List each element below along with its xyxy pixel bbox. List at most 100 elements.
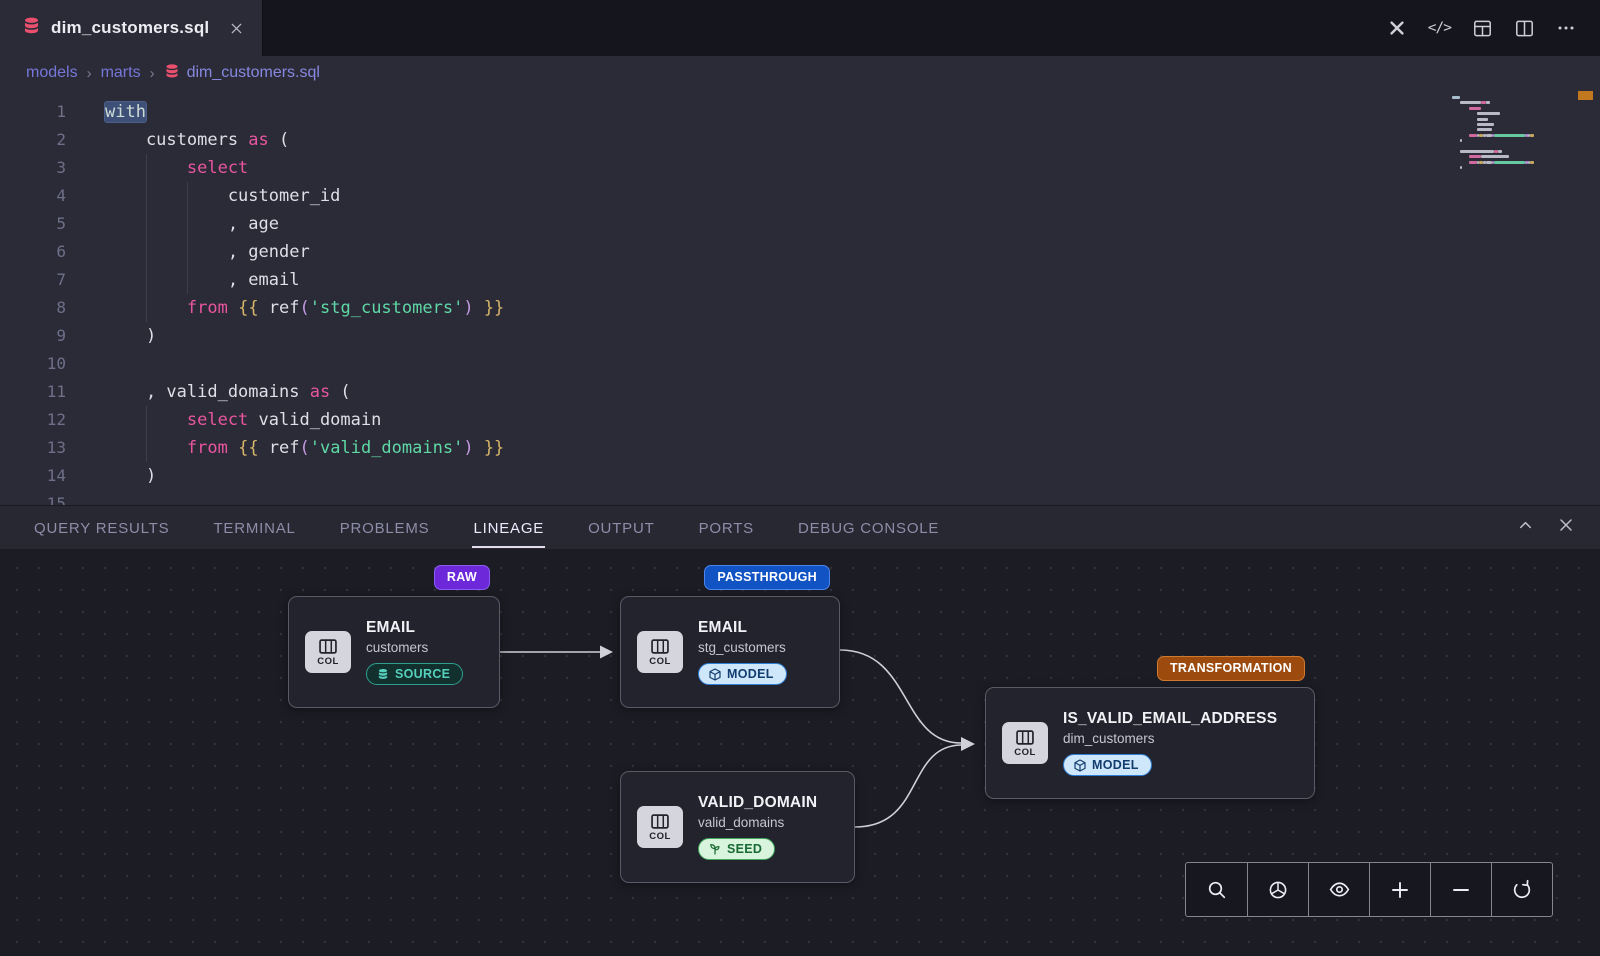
tab-close-icon[interactable]: [229, 21, 244, 36]
minimap-token: [1460, 139, 1462, 142]
node-subtitle: customers: [366, 640, 463, 655]
indent-guide: [105, 238, 146, 266]
minimap-token: [1460, 101, 1481, 104]
indent-guide: [105, 154, 146, 182]
minimap-token: [1477, 118, 1488, 121]
badge-label: MODEL: [1092, 758, 1139, 772]
minimap-token: [1477, 128, 1492, 131]
panel-tab-lineage[interactable]: LINEAGE: [472, 508, 545, 548]
code-token: ): [463, 298, 473, 318]
node-subtitle: stg_customers: [698, 640, 787, 655]
panel-tab-debug-console[interactable]: DEBUG CONSOLE: [797, 508, 940, 548]
editor[interactable]: 1with2customers as (3select4customer_id5…: [0, 90, 1600, 505]
tab-actions: </>: [1387, 0, 1600, 56]
minimap-line: [1452, 101, 1560, 104]
indent-guide: [105, 126, 146, 154]
code-line: 4customer_id: [0, 182, 1600, 210]
breadcrumb-item-file[interactable]: dim_customers.sql: [164, 63, 320, 84]
minimap-line: [1452, 161, 1560, 164]
code-line: 12select valid_domain: [0, 406, 1600, 434]
line-number: 3: [0, 154, 66, 182]
line-content: , age: [105, 210, 279, 238]
aperture-button[interactable]: [1247, 863, 1308, 916]
more-actions-icon[interactable]: [1556, 18, 1576, 38]
lineage-node-customers-email[interactable]: RAW COL EMAIL customers SOURCE: [288, 596, 500, 708]
cube-icon: [709, 668, 721, 681]
chevron-up-icon[interactable]: [1517, 517, 1534, 539]
seedling-icon: [709, 843, 721, 855]
panel-close-icon[interactable]: [1558, 517, 1574, 538]
code-line: 10: [0, 350, 1600, 378]
minimap-line: [1452, 112, 1560, 115]
panel-tab-output[interactable]: OUTPUT: [587, 508, 655, 548]
code-line: 7, email: [0, 266, 1600, 294]
panel-tab-query-results[interactable]: QUERY RESULTS: [33, 508, 170, 548]
panel-tab-ports[interactable]: PORTS: [698, 508, 755, 548]
line-content: ): [105, 322, 156, 350]
tab-title: dim_customers.sql: [51, 18, 209, 38]
lineage-node-valid-domains[interactable]: COL VALID_DOMAIN valid_domains SEED: [620, 771, 855, 883]
indent-guide: [105, 182, 146, 210]
split-editor-icon[interactable]: [1514, 18, 1535, 39]
code-token: ref: [269, 298, 300, 318]
lineage-node-stg-customers-email[interactable]: PASSTHROUGH COL EMAIL stg_customers MODE…: [620, 596, 840, 708]
search-button[interactable]: [1186, 863, 1247, 916]
column-icon-label: COL: [649, 656, 671, 667]
panel-tab-problems[interactable]: PROBLEMS: [339, 508, 431, 548]
refresh-button[interactable]: [1491, 863, 1552, 916]
code-token: as: [248, 130, 268, 150]
line-number: 5: [0, 210, 66, 238]
zoom-in-button[interactable]: [1369, 863, 1430, 916]
editor-tab-bar: dim_customers.sql </>: [0, 0, 1600, 56]
code-token: select: [187, 410, 248, 430]
code-token: [474, 298, 484, 318]
badge-label: SEED: [727, 842, 762, 856]
lineage-node-dim-customers[interactable]: TRANSFORMATION COL IS_VALID_EMAIL_ADDRES…: [985, 687, 1315, 799]
editor-tab[interactable]: dim_customers.sql: [0, 0, 263, 56]
minimap[interactable]: [1452, 96, 1560, 177]
code-token: [259, 438, 269, 458]
line-content: , valid_domains as (: [105, 378, 351, 406]
line-number: 10: [0, 350, 66, 378]
code-line: 15: [0, 490, 1600, 505]
indent-guide: [146, 266, 187, 294]
column-icon: COL: [1002, 722, 1048, 764]
code-token: select: [187, 158, 248, 178]
cube-icon: [1074, 759, 1086, 772]
badge-model: MODEL: [698, 663, 787, 685]
node-title: EMAIL: [698, 619, 787, 637]
line-number: 4: [0, 182, 66, 210]
code-token: from: [187, 298, 228, 318]
line-number: 15: [0, 490, 66, 505]
zoom-out-button[interactable]: [1430, 863, 1491, 916]
code-token: ): [146, 326, 156, 346]
line-content: select: [105, 154, 248, 182]
code-token: valid_domain: [248, 410, 381, 430]
database-icon: [377, 668, 389, 680]
code-area[interactable]: 1with2customers as (3select4customer_id5…: [0, 90, 1600, 505]
node-title: EMAIL: [366, 619, 463, 637]
code-token: (: [330, 382, 350, 402]
code-token: }}: [484, 438, 504, 458]
code-icon[interactable]: </>: [1428, 20, 1451, 36]
indent-guide: [187, 266, 228, 294]
code-line: 1with: [0, 98, 1600, 126]
layout-panel-icon[interactable]: [1472, 18, 1493, 39]
column-icon-label: COL: [317, 656, 339, 667]
minimap-token: [1469, 134, 1477, 137]
panel-tab-terminal[interactable]: TERMINAL: [212, 508, 296, 548]
code-token: {{: [238, 298, 258, 318]
extension-x-icon[interactable]: [1387, 18, 1407, 38]
lineage-canvas[interactable]: RAW COL EMAIL customers SOURCE PASSTHROU…: [0, 549, 1600, 956]
breadcrumb-item-marts[interactable]: marts: [101, 64, 141, 82]
eye-button[interactable]: [1308, 863, 1369, 916]
code-token: from: [187, 438, 228, 458]
badge-label: SOURCE: [395, 667, 450, 681]
line-number: 6: [0, 238, 66, 266]
scroll-annotation-marker: [1578, 91, 1593, 100]
tag-raw: RAW: [434, 565, 490, 590]
breadcrumb-separator: ›: [150, 65, 155, 82]
lineage-toolbar: [1185, 862, 1553, 917]
breadcrumb-item-models[interactable]: models: [26, 64, 78, 82]
indent-guide: [105, 210, 146, 238]
